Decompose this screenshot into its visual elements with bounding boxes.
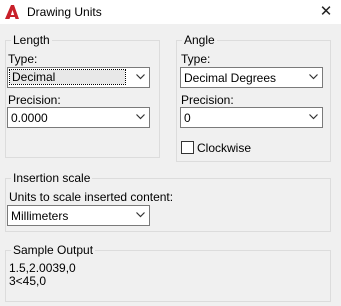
clockwise-label[interactable]: Clockwise — [197, 141, 251, 155]
chevron-down-icon — [309, 114, 318, 120]
clockwise-checkbox[interactable] — [181, 141, 194, 154]
angle-type-dropdown[interactable]: Decimal Degrees — [180, 67, 323, 88]
sample-output-group: Sample Output — [5, 243, 331, 302]
dialog-body: Length Type: Decimal Precision: 0.0000 A… — [0, 24, 341, 306]
sample-output-line-1: 1.5,2.0039,0 — [9, 261, 76, 275]
close-button[interactable]: ✕ — [311, 0, 341, 24]
length-precision-dropdown[interactable]: 0.0000 — [7, 107, 150, 128]
chevron-down-icon — [136, 212, 145, 218]
angle-precision-dropdown[interactable]: 0 — [180, 107, 323, 128]
close-icon: ✕ — [319, 3, 333, 20]
autocad-a-icon — [5, 5, 19, 19]
angle-precision-label: Precision: — [181, 93, 234, 107]
length-precision-value: 0.0000 — [11, 111, 48, 125]
angle-type-value: Decimal Degrees — [184, 71, 277, 85]
chevron-down-icon — [136, 114, 145, 120]
sample-output-group-title: Sample Output — [11, 243, 96, 257]
insertion-units-value: Millimeters — [11, 209, 69, 223]
length-type-value: Decimal — [9, 69, 126, 85]
length-type-dropdown[interactable]: Decimal — [7, 67, 150, 88]
length-group-title: Length — [11, 33, 52, 47]
angle-type-label: Type: — [181, 52, 211, 66]
window-title: Drawing Units — [27, 5, 102, 19]
title-bar: Drawing Units ✕ — [0, 0, 341, 24]
length-type-label: Type: — [8, 52, 38, 66]
insertion-units-label: Units to scale inserted content: — [9, 190, 174, 204]
angle-precision-value: 0 — [184, 111, 191, 125]
angle-group-title: Angle — [182, 33, 217, 47]
length-precision-label: Precision: — [8, 93, 61, 107]
sample-output-line-2: 3<45,0 — [9, 274, 47, 288]
insertion-scale-group-title: Insertion scale — [11, 171, 93, 185]
chevron-down-icon — [136, 74, 145, 80]
chevron-down-icon — [309, 74, 318, 80]
insertion-units-dropdown[interactable]: Millimeters — [7, 205, 150, 226]
